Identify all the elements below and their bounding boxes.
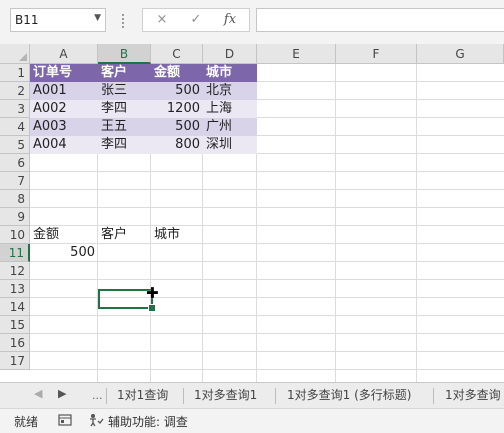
tab-1tomany-lookup[interactable]: 1对多查询 <box>445 383 501 409</box>
row-header-11[interactable]: 11 <box>0 244 30 262</box>
row-header-7[interactable]: 7 <box>0 172 30 190</box>
table-cell[interactable]: 800 <box>151 136 203 154</box>
table-cell[interactable]: 1200 <box>151 100 203 118</box>
tab-1tomany-lookup1-multirow[interactable]: 1对多查询1 (多行标题) <box>287 383 411 409</box>
table-cell[interactable]: 广州 <box>203 118 257 136</box>
table-cell[interactable]: 北京 <box>203 82 257 100</box>
row-header-3[interactable]: 3 <box>0 100 30 118</box>
formula-bar: B11 ▼ × ✓ fx <box>0 0 504 45</box>
name-box[interactable]: B11 ▼ <box>10 8 106 32</box>
row-header-4[interactable]: 4 <box>0 118 30 136</box>
accessibility-status[interactable]: 辅助功能: 调查 <box>108 413 188 430</box>
row-header-14[interactable]: 14 <box>0 298 30 316</box>
table-cell[interactable]: 上海 <box>203 100 257 118</box>
row-header-15[interactable]: 15 <box>0 316 30 334</box>
column-header-a[interactable]: A <box>30 44 98 64</box>
tab-divider <box>106 388 107 404</box>
tab-divider <box>275 388 276 404</box>
table-cell[interactable]: 500 <box>151 82 203 100</box>
row-header-10[interactable]: 10 <box>0 226 30 244</box>
chevron-down-icon[interactable]: ▼ <box>94 13 101 23</box>
row-header-5[interactable]: 5 <box>0 136 30 154</box>
row-header-17[interactable]: 17 <box>0 352 30 370</box>
row-header-8[interactable]: 8 <box>0 190 30 208</box>
cell-cursor-icon: ✚ <box>146 284 159 302</box>
select-all-button[interactable] <box>0 44 30 64</box>
row-header-12[interactable]: 12 <box>0 262 30 280</box>
row-header-1[interactable]: 1 <box>0 64 30 82</box>
table-header-cell[interactable]: 城市 <box>203 64 257 82</box>
table-cell[interactable]: 深圳 <box>203 136 257 154</box>
column-header-e[interactable]: E <box>257 44 336 64</box>
status-ready: 就绪 <box>14 415 39 429</box>
column-header-f[interactable]: F <box>336 44 417 64</box>
tab-divider <box>433 388 434 404</box>
tab-scroll-left-icon[interactable]: ◀ <box>34 387 42 400</box>
table-cell[interactable]: A001 <box>30 82 98 100</box>
confirm-icon[interactable]: ✓ <box>181 12 211 28</box>
formula-bar-divider <box>122 14 127 28</box>
row-header-9[interactable]: 9 <box>0 208 30 226</box>
column-header-b[interactable]: B <box>98 44 151 64</box>
lookup-label-city[interactable]: 城市 <box>151 226 203 244</box>
name-box-value: B11 <box>15 13 39 27</box>
table-cell[interactable]: A004 <box>30 136 98 154</box>
table-cell[interactable]: 500 <box>151 118 203 136</box>
lookup-label-amount[interactable]: 金额 <box>30 226 98 244</box>
row-header-2[interactable]: 2 <box>0 82 30 100</box>
active-cell-border[interactable] <box>98 289 153 309</box>
lookup-label-customer[interactable]: 客户 <box>98 226 151 244</box>
worksheet-grid: A B C D E F G 1 2 3 4 5 6 7 8 9 10 11 12… <box>0 44 504 382</box>
tab-1to1-lookup[interactable]: 1对1查询 <box>117 383 168 409</box>
column-header-c[interactable]: C <box>151 44 203 64</box>
accessibility-icon[interactable] <box>88 413 104 430</box>
table-header-cell[interactable]: 金额 <box>151 64 203 82</box>
tab-divider <box>183 388 184 404</box>
fill-handle[interactable] <box>148 304 156 312</box>
tab-1tomany-lookup1[interactable]: 1对多查询1 <box>194 383 257 409</box>
status-bar: 就绪 辅助功能: 调查 <box>0 408 504 433</box>
table-cell[interactable]: 李四 <box>98 100 151 118</box>
column-header-g[interactable]: G <box>417 44 504 64</box>
lookup-amount-value[interactable]: 500 <box>30 244 98 262</box>
cancel-icon[interactable]: × <box>147 12 177 28</box>
table-cell[interactable]: 李四 <box>98 136 151 154</box>
row-header-13[interactable]: 13 <box>0 280 30 298</box>
table-cell[interactable]: 张三 <box>98 82 151 100</box>
table-cell[interactable]: A002 <box>30 100 98 118</box>
select-all-triangle-icon <box>19 53 27 61</box>
cell-area[interactable]: 订单号 客户 金额 城市 A001 张三 500 北京 A002 李四 1200… <box>30 64 504 382</box>
row-header-16[interactable]: 16 <box>0 334 30 352</box>
table-cell[interactable]: A003 <box>30 118 98 136</box>
row-header-6[interactable]: 6 <box>0 154 30 172</box>
insert-function-icon[interactable]: fx <box>215 12 245 28</box>
tab-scroll-right-icon[interactable]: ▶ <box>58 387 66 400</box>
table-header-cell[interactable]: 订单号 <box>30 64 98 82</box>
table-header-cell[interactable]: 客户 <box>98 64 151 82</box>
macro-record-icon[interactable] <box>58 413 72 430</box>
sheet-tab-bar: ◀ ▶ ... 1对1查询 1对多查询1 1对多查询1 (多行标题) 1对多查询 <box>0 382 504 409</box>
more-tabs-indicator[interactable]: ... <box>92 389 103 402</box>
table-cell[interactable]: 王五 <box>98 118 151 136</box>
formula-input[interactable] <box>256 8 504 32</box>
formula-buttons: × ✓ fx <box>142 8 250 32</box>
column-header-d[interactable]: D <box>203 44 257 64</box>
